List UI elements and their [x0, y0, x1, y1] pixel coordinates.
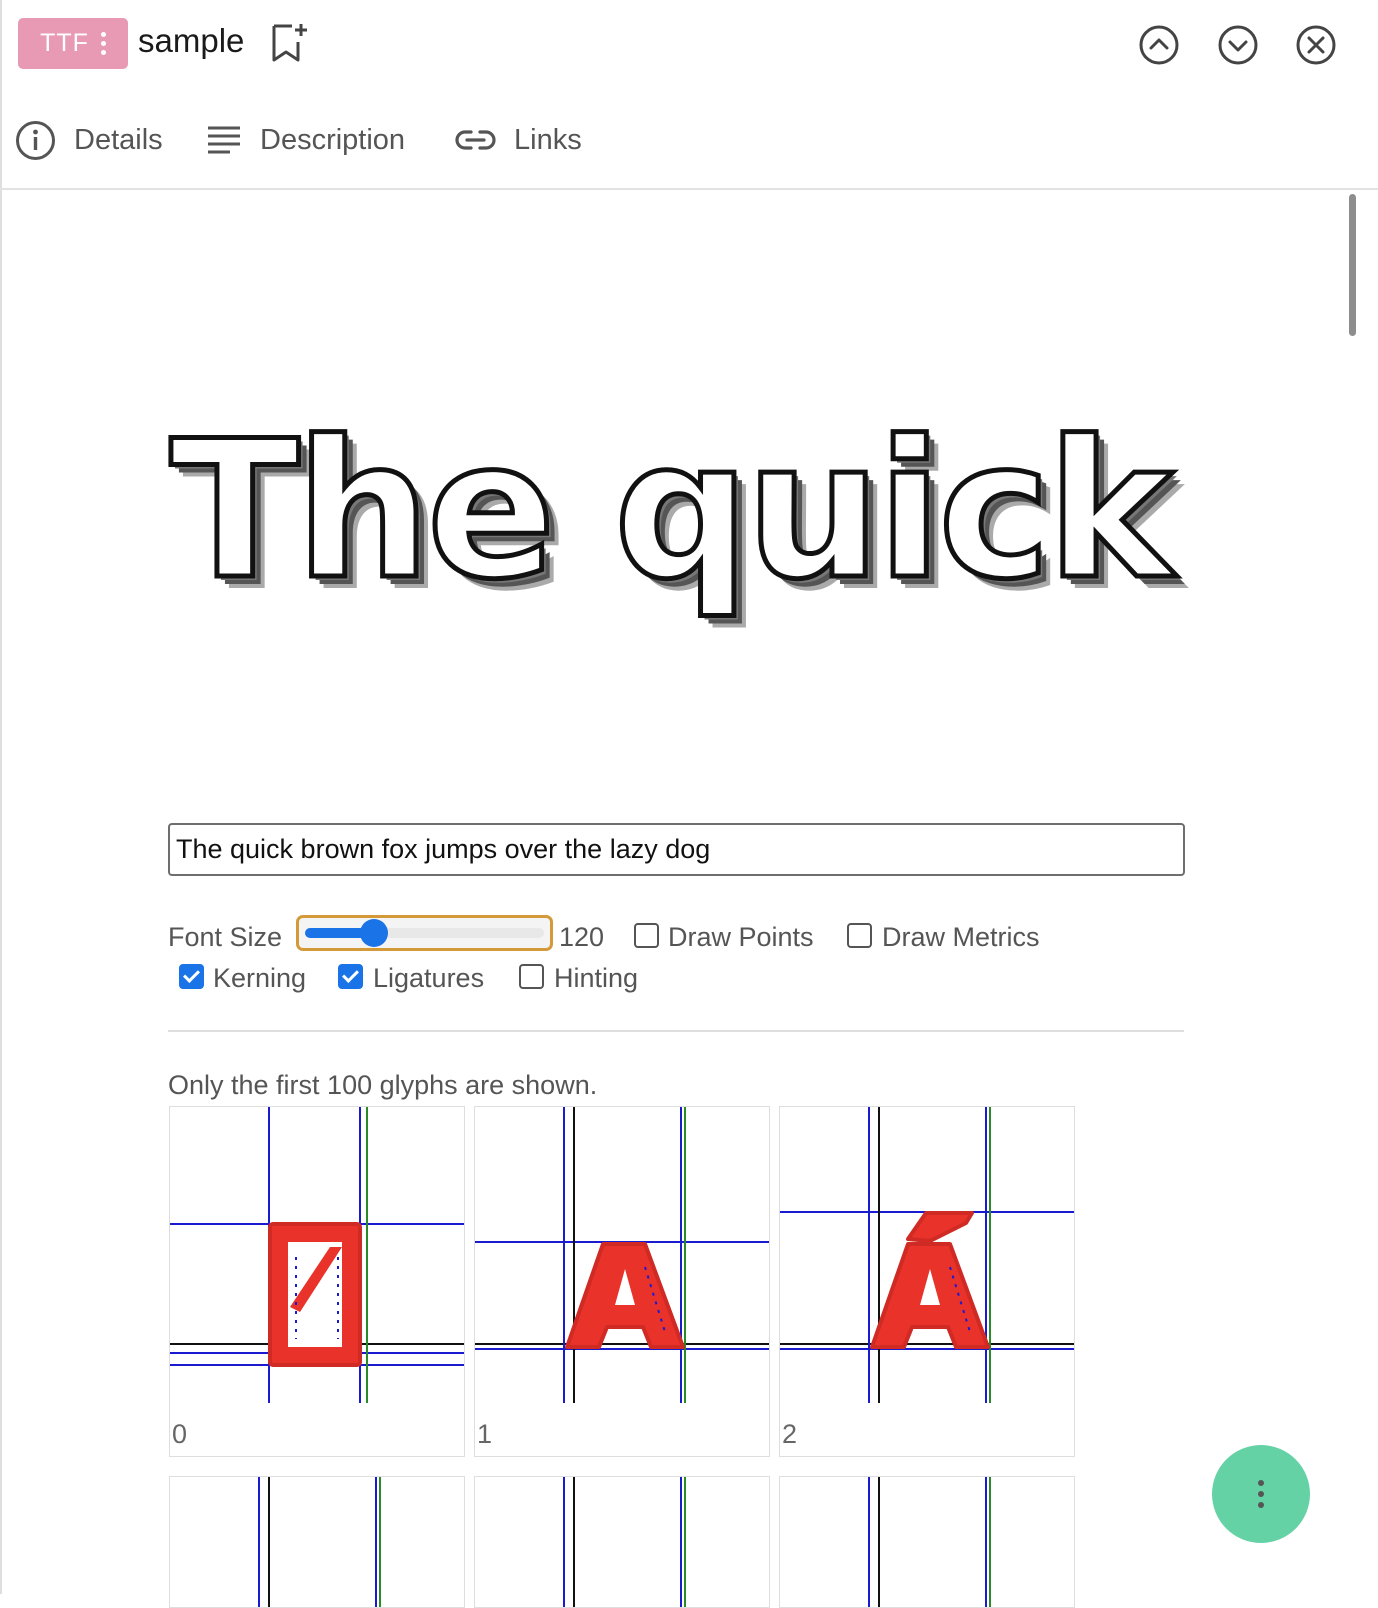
- close-circle-icon[interactable]: [1295, 24, 1337, 66]
- glyph-cell-0[interactable]: 0: [169, 1106, 465, 1457]
- draw-points-checkbox[interactable]: [634, 923, 659, 948]
- tab-details-label: Details: [74, 123, 163, 156]
- scrollbar-thumb[interactable]: [1349, 194, 1356, 336]
- draw-metrics-label: Draw Metrics: [882, 922, 1040, 952]
- glyphs-note: Only the first 100 glyphs are shown.: [168, 1070, 598, 1100]
- glyph-index: 0: [172, 1419, 188, 1449]
- glyph-canvas: [475, 1107, 769, 1403]
- kerning-checkbox[interactable]: [179, 964, 204, 989]
- ligatures-label: Ligatures: [373, 963, 485, 993]
- file-type-label: TTF: [40, 29, 89, 57]
- glyph-cell-4[interactable]: [474, 1476, 770, 1608]
- chevron-up-circle-icon[interactable]: [1138, 24, 1180, 66]
- hinting-checkbox[interactable]: [519, 964, 544, 989]
- lines-icon: [208, 126, 240, 154]
- info-icon: [16, 120, 55, 160]
- more-actions-button[interactable]: [1212, 1445, 1310, 1543]
- font-size-value: 120: [559, 922, 605, 952]
- tab-description-label: Description: [260, 123, 406, 156]
- font-size-slider[interactable]: [296, 915, 553, 951]
- tab-details[interactable]: Details: [15, 110, 163, 170]
- font-preview: The quick: [0, 380, 1351, 700]
- tab-links-label: Links: [514, 123, 582, 156]
- chevron-down-circle-icon[interactable]: [1217, 24, 1259, 66]
- header: TTF sample: [0, 0, 1378, 90]
- hinting-label: Hinting: [554, 963, 639, 993]
- glyph-index: 1: [477, 1419, 493, 1449]
- file-type-badge[interactable]: TTF: [18, 18, 128, 69]
- glyph-canvas: [258, 1477, 381, 1607]
- glyph-cell-1[interactable]: 1: [474, 1106, 770, 1457]
- glyph-canvas: [780, 1107, 1074, 1403]
- glyph-cell-2[interactable]: 2: [779, 1106, 1075, 1457]
- tab-links[interactable]: Links: [455, 110, 582, 170]
- section-divider: [168, 1030, 1184, 1032]
- draw-points-label: Draw Points: [668, 922, 814, 952]
- more-vertical-icon: [1258, 1480, 1264, 1508]
- font-size-label: Font Size: [168, 922, 283, 952]
- sample-text-input[interactable]: [168, 823, 1185, 876]
- tab-bar: Details Description Links: [0, 110, 1378, 170]
- glyph-index: 2: [782, 1419, 798, 1449]
- glyph-canvas: [563, 1477, 686, 1607]
- glyph-canvas: [868, 1477, 991, 1607]
- bookmark-add-icon[interactable]: [270, 22, 308, 64]
- link-icon: [455, 130, 496, 150]
- slider-thumb[interactable]: [359, 919, 388, 947]
- glyph-cell-3[interactable]: [169, 1476, 465, 1608]
- glyph-cell-5[interactable]: [779, 1476, 1075, 1608]
- glyph-canvas: [170, 1107, 464, 1403]
- draw-metrics-checkbox[interactable]: [847, 923, 872, 948]
- kerning-label: Kerning: [213, 963, 307, 993]
- more-vertical-icon: [100, 32, 106, 55]
- ligatures-checkbox[interactable]: [338, 964, 363, 989]
- preview-text: The quick: [167, 398, 1175, 624]
- tab-description[interactable]: Description: [206, 110, 405, 170]
- file-title: sample: [138, 22, 245, 59]
- tabs-divider: [0, 188, 1378, 190]
